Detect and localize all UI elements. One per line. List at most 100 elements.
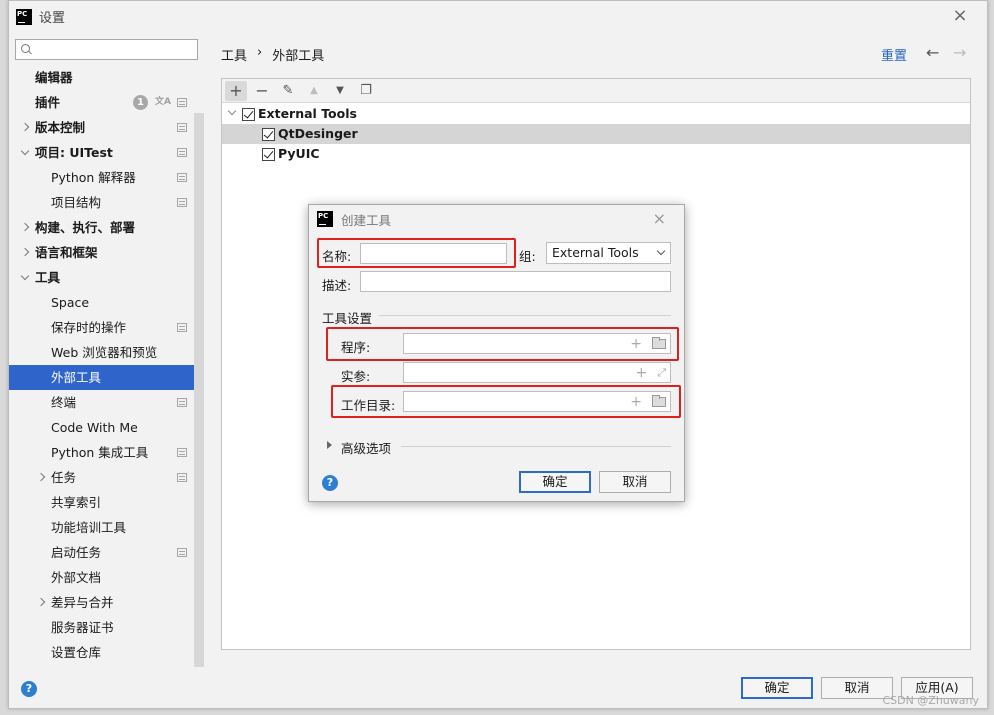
- reset-link[interactable]: 重置: [881, 45, 907, 64]
- tool-row[interactable]: PyUIC: [222, 144, 970, 164]
- edit-icon[interactable]: ✎: [277, 81, 299, 101]
- sidebar-item[interactable]: 项目: UITest: [9, 140, 204, 165]
- sidebar-item[interactable]: 项目结构: [9, 190, 204, 215]
- sidebar-item[interactable]: Space: [9, 290, 204, 315]
- section-divider: [379, 315, 671, 316]
- tool-row[interactable]: QtDesinger: [222, 124, 970, 144]
- project-level-icon: [177, 198, 187, 207]
- sidebar-item[interactable]: 插件 1 文A: [9, 90, 204, 115]
- project-level-icon: [177, 173, 187, 182]
- sidebar-item-label: 外部文档: [51, 570, 102, 585]
- back-arrow-icon[interactable]: ←: [926, 43, 939, 62]
- sidebar-item[interactable]: 差异与合并: [9, 590, 204, 615]
- sidebar-item-label: 任务: [51, 470, 77, 485]
- sidebar-item-label: Web 浏览器和预览: [51, 345, 158, 360]
- group-checkbox[interactable]: [242, 108, 255, 121]
- breadcrumb-current: 外部工具: [272, 49, 325, 64]
- chevron-right-icon[interactable]: [21, 240, 31, 265]
- sidebar-item[interactable]: 设置仓库: [9, 640, 204, 665]
- project-level-icon: [177, 548, 187, 557]
- sidebar-item[interactable]: 启动任务: [9, 540, 204, 565]
- chevron-down-icon[interactable]: [21, 140, 31, 165]
- tool-checkbox[interactable]: [262, 148, 275, 161]
- watermark: CSDN @Zhuwany: [882, 694, 979, 707]
- highlight-box: [326, 327, 679, 361]
- sidebar-item-label: 插件: [35, 95, 61, 110]
- remove-icon[interactable]: −: [251, 81, 273, 101]
- sidebar-item-label: 版本控制: [35, 120, 86, 135]
- breadcrumb: 工具 › 外部工具: [221, 45, 324, 64]
- tool-settings-label: 工具设置: [322, 311, 373, 326]
- sidebar-item[interactable]: Code With Me: [9, 415, 204, 440]
- sidebar-item[interactable]: 版本控制: [9, 115, 204, 140]
- sidebar-item[interactable]: 编辑器: [9, 65, 204, 90]
- sidebar-item[interactable]: 共享索引: [9, 490, 204, 515]
- sidebar-item-label: 语言和框架: [35, 245, 98, 260]
- dialog-ok-button[interactable]: 确定: [519, 471, 591, 493]
- sidebar-item[interactable]: 工具: [9, 265, 204, 290]
- close-icon[interactable]: ×: [653, 209, 666, 228]
- sidebar-item[interactable]: 任务: [9, 465, 204, 490]
- tool-checkbox[interactable]: [262, 128, 275, 141]
- dialog-title-bar: PC 创建工具 ×: [309, 205, 684, 233]
- sidebar-item-label: 项目结构: [51, 195, 102, 210]
- sidebar-item-label: Space: [51, 295, 90, 310]
- close-icon[interactable]: ×: [951, 7, 969, 25]
- chevron-right-icon[interactable]: [37, 590, 47, 615]
- group-select[interactable]: External Tools: [546, 242, 671, 264]
- dialog-cancel-button[interactable]: 取消: [599, 471, 671, 493]
- create-tool-dialog: PC 创建工具 × 名称: 组: External Tools 描述: 工具设置…: [308, 204, 685, 502]
- sidebar-item[interactable]: Python 解释器: [9, 165, 204, 190]
- description-field[interactable]: [360, 271, 671, 292]
- sidebar-item-label: 共享索引: [51, 495, 102, 510]
- move-up-icon[interactable]: ▲: [303, 81, 325, 101]
- sidebar-item[interactable]: Python 集成工具: [9, 440, 204, 465]
- sidebar-item[interactable]: 服务器证书: [9, 615, 204, 640]
- update-count-badge: 1: [133, 95, 148, 110]
- advanced-options-toggle[interactable]: 高级选项: [341, 438, 391, 457]
- arguments-field[interactable]: + ⤢: [403, 362, 671, 383]
- project-level-icon: [177, 398, 187, 407]
- sidebar-item-label: 差异与合并: [51, 595, 114, 610]
- sidebar-item-label: 设置仓库: [51, 645, 102, 660]
- chevron-down-icon[interactable]: [228, 107, 238, 117]
- chevron-right-icon[interactable]: [327, 441, 332, 449]
- sidebar-item[interactable]: 终端: [9, 390, 204, 415]
- translate-icon: 文A: [155, 97, 171, 107]
- chevron-right-icon[interactable]: [21, 115, 31, 140]
- sidebar-scrollbar[interactable]: [194, 113, 204, 667]
- chevron-right-icon[interactable]: [37, 465, 47, 490]
- sidebar-item-label: 功能培训工具: [51, 520, 127, 535]
- expand-icon[interactable]: ⤢: [657, 364, 666, 382]
- tool-label: QtDesinger: [278, 126, 358, 141]
- breadcrumb-parent[interactable]: 工具: [221, 45, 247, 64]
- chevron-right-icon[interactable]: [21, 215, 31, 240]
- project-level-icon: [177, 148, 187, 157]
- arguments-label: 实参:: [341, 369, 371, 384]
- sidebar-item-label: 工具: [35, 270, 61, 285]
- sidebar-item-label: 项目: UITest: [35, 145, 113, 160]
- sidebar-item[interactable]: 语言和框架: [9, 240, 204, 265]
- sidebar-item[interactable]: 功能培训工具: [9, 515, 204, 540]
- search-input[interactable]: [15, 39, 198, 60]
- sidebar-item[interactable]: Web 浏览器和预览: [9, 340, 204, 365]
- sidebar-item[interactable]: 外部工具: [9, 365, 204, 390]
- help-icon[interactable]: ?: [322, 475, 338, 491]
- move-down-icon[interactable]: ▼: [329, 81, 351, 101]
- sidebar-item[interactable]: 外部文档: [9, 565, 204, 590]
- project-level-icon: [177, 323, 187, 332]
- copy-icon[interactable]: ❐: [355, 81, 377, 101]
- chevron-down-icon[interactable]: [21, 265, 31, 290]
- insert-macro-icon[interactable]: +: [635, 364, 647, 382]
- sidebar-item-label: 保存时的操作: [51, 320, 127, 335]
- group-label: 组:: [519, 249, 536, 264]
- forward-arrow-icon[interactable]: →: [953, 43, 966, 62]
- ok-button[interactable]: 确定: [741, 677, 813, 699]
- sidebar-item[interactable]: 构建、执行、部署: [9, 215, 204, 240]
- sidebar-item-label: 终端: [51, 395, 77, 410]
- tool-group-row[interactable]: External Tools: [222, 104, 970, 124]
- add-icon[interactable]: +: [225, 80, 247, 101]
- project-level-icon: [177, 123, 187, 132]
- sidebar-item[interactable]: 保存时的操作: [9, 315, 204, 340]
- help-icon[interactable]: ?: [21, 681, 37, 697]
